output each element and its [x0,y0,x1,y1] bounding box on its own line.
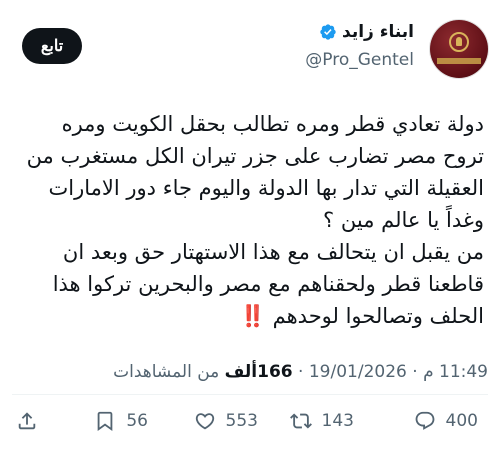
divider [12,394,488,395]
retweet-icon [289,413,312,429]
bookmark-button[interactable]: 56 [94,403,148,439]
meta-separator: · [406,362,424,382]
tweet-meta: 11:49 م · 19/01/2026 · 166ألف من المشاهد… [12,362,488,382]
reply-icon [415,411,434,430]
author-avatar[interactable] [430,20,488,78]
author-handle[interactable]: @Pro_Gentel [305,50,414,70]
tweet-time[interactable]: 11:49 م [423,362,488,382]
double-exclamation-emoji: ‼️ [239,304,268,328]
author-display-name[interactable]: ابناء زايد [342,22,414,42]
bookmark-count: 56 [126,411,148,431]
author-name-row: ابناء زايد [319,22,414,42]
follow-button[interactable]: تابع [22,28,82,64]
share-icon [18,412,36,430]
action-bar: 400 143 553 56 [0,403,500,439]
share-button[interactable] [16,403,38,439]
views-count: 166ألف [224,362,293,382]
tweet-date[interactable]: 19/01/2026 [309,362,407,382]
bookmark-icon [98,411,113,432]
retweet-count: 143 [321,411,354,431]
emblem-icon [449,32,469,52]
like-count: 553 [225,411,258,431]
tweet-text: دولة تعادي قطر ومره تطالب بحقل الكويت وم… [14,108,484,332]
like-button[interactable]: 553 [194,403,258,439]
meta-separator-2: · [292,362,309,382]
verified-badge-icon [320,24,336,40]
retweet-button[interactable]: 143 [289,403,354,439]
reply-count: 400 [445,411,478,431]
tweet-header: ابناء زايد @Pro_Gentel تابع [0,14,500,84]
passport-plate [437,58,481,64]
tweet-body: دولة تعادي قطر ومره تطالب بحقل الكويت وم… [26,112,484,328]
reply-button[interactable]: 400 [414,403,478,439]
views-label: من المشاهدات [113,362,225,382]
heart-icon [195,413,214,430]
